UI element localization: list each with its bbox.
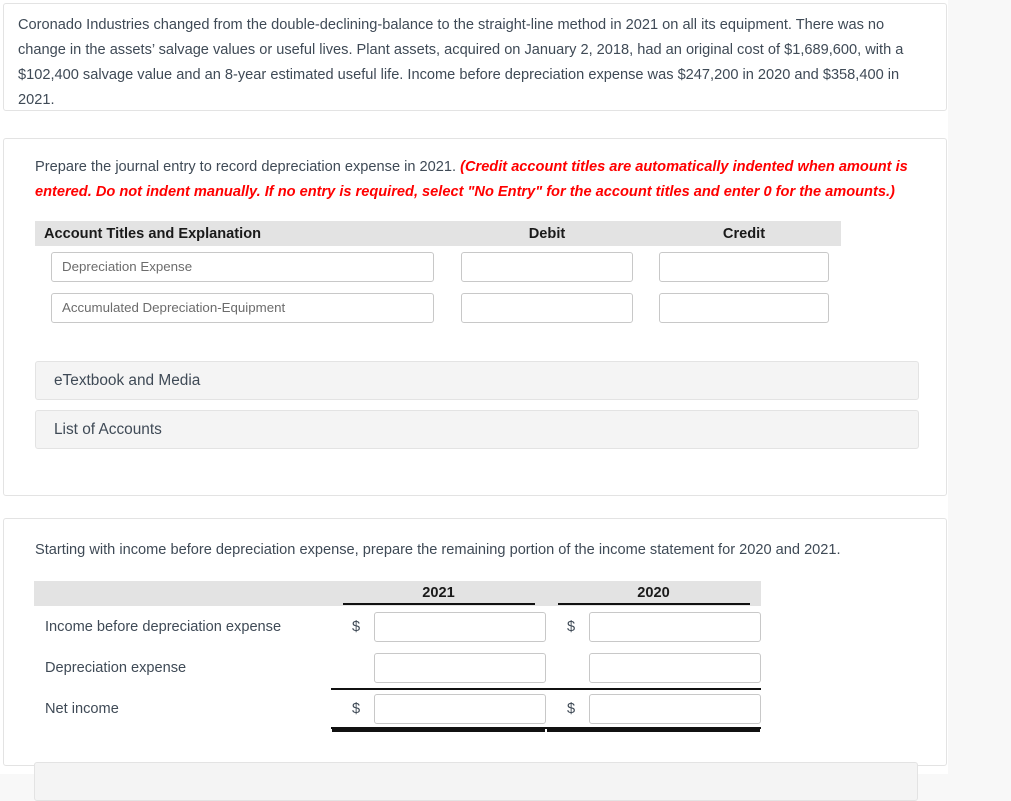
income-2021-cell: $ <box>331 611 546 642</box>
journal-entry-prompt: Prepare the journal entry to record depr… <box>35 155 925 205</box>
depreciation-2020-cell <box>546 652 761 683</box>
income-before-depreciation-2020-input[interactable] <box>589 611 761 642</box>
table-row: Income before depreciation expense $ $ <box>34 606 761 647</box>
question-page: Coronado Industries changed from the dou… <box>0 0 948 801</box>
etextbook-and-media-button[interactable]: eTextbook and Media <box>35 361 919 400</box>
income-statement-prompt: Starting with income before depreciation… <box>35 542 841 558</box>
income-2020-cell: $ <box>546 611 761 642</box>
row-label-income-before-depreciation: Income before depreciation expense <box>45 618 282 635</box>
journal-entry-card: Prepare the journal entry to record depr… <box>3 138 947 496</box>
journal-entry-table: Account Titles and Explanation Debit Cre… <box>35 221 841 328</box>
debit-cell <box>447 292 647 323</box>
currency-symbol: $ <box>352 700 361 717</box>
credit-input-1[interactable] <box>659 251 829 282</box>
income-statement-card: Starting with income before depreciation… <box>3 518 947 766</box>
net-income-2020-cell: $ <box>546 688 761 729</box>
table-row: Depreciation Expense <box>35 246 841 287</box>
table-row: Accumulated Depreciation-Equipment <box>35 287 841 328</box>
row-label-net-income: Net income <box>45 700 119 717</box>
account-title-select-2[interactable]: Accumulated Depreciation-Equipment <box>51 292 434 323</box>
net-income-2021-cell: $ <box>331 688 546 729</box>
problem-statement-card: Coronado Industries changed from the dou… <box>3 3 947 111</box>
net-income-2021-input[interactable] <box>374 693 546 724</box>
journal-prompt-plain: Prepare the journal entry to record depr… <box>35 159 461 175</box>
depreciation-expense-2020-input[interactable] <box>589 652 761 683</box>
problem-statement-text: Coronado Industries changed from the dou… <box>18 17 904 108</box>
currency-symbol: $ <box>567 618 576 635</box>
credit-input-2[interactable] <box>659 292 829 323</box>
account-title-select-1[interactable]: Depreciation Expense <box>51 251 434 282</box>
account-title-cell: Depreciation Expense <box>35 251 447 282</box>
next-section-button-partial[interactable] <box>34 762 918 801</box>
column-header-debit: Debit <box>528 225 566 242</box>
table-row: Depreciation expense <box>34 647 761 688</box>
account-title-cell: Accumulated Depreciation-Equipment <box>35 292 447 323</box>
page-right-gutter <box>948 0 1011 774</box>
credit-cell <box>647 292 841 323</box>
row-label-depreciation-expense: Depreciation expense <box>45 659 187 676</box>
column-header-year-2020: 2020 <box>546 585 761 606</box>
currency-symbol: $ <box>567 700 576 717</box>
column-header-credit: Credit <box>722 225 766 242</box>
income-before-depreciation-2021-input[interactable] <box>374 611 546 642</box>
depreciation-expense-2021-input[interactable] <box>374 652 546 683</box>
column-header-year-2021: 2021 <box>331 585 546 606</box>
journal-table-header: Account Titles and Explanation Debit Cre… <box>35 221 841 246</box>
list-of-accounts-button[interactable]: List of Accounts <box>35 410 919 449</box>
net-income-2020-input[interactable] <box>589 693 761 724</box>
depreciation-2021-cell <box>331 652 546 683</box>
column-header-account-titles: Account Titles and Explanation <box>44 225 262 242</box>
income-table-header: 2021 2020 <box>34 581 761 606</box>
debit-input-1[interactable] <box>461 251 633 282</box>
debit-input-2[interactable] <box>461 292 633 323</box>
debit-cell <box>447 251 647 282</box>
table-row: Net income $ $ <box>34 688 761 729</box>
currency-symbol: $ <box>352 618 361 635</box>
credit-cell <box>647 251 841 282</box>
income-statement-table: 2021 2020 Income before depreciation exp… <box>34 581 761 729</box>
